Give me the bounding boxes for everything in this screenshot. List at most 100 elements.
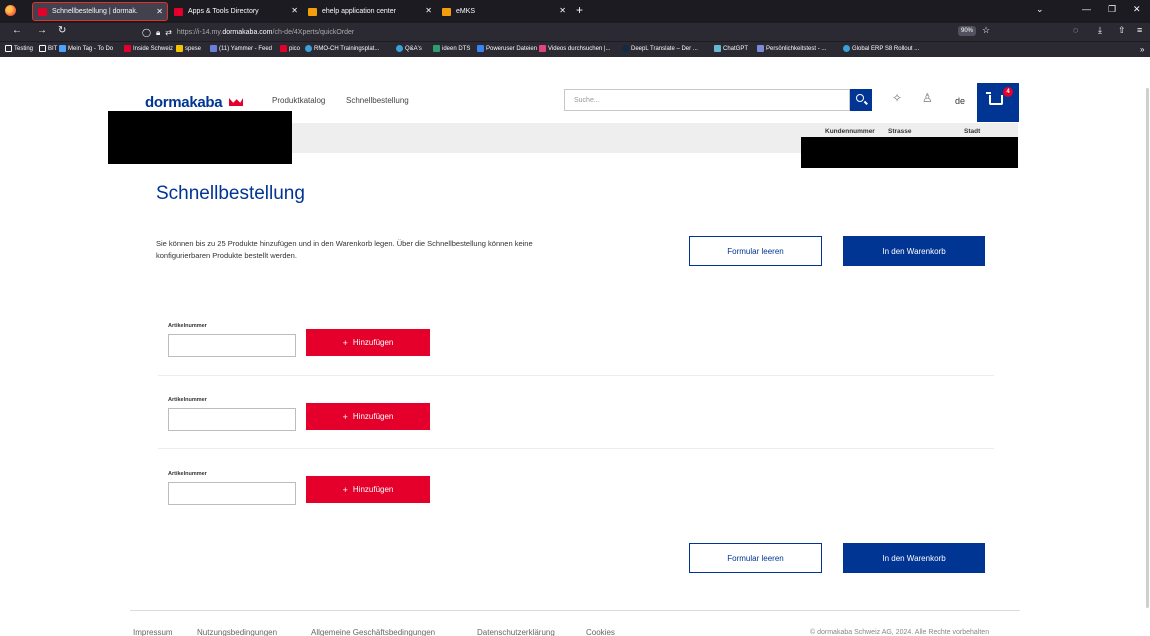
page-scrollbar[interactable] — [1146, 88, 1149, 608]
bookmark-label: Videos durchsuchen |... — [548, 45, 611, 52]
folder-icon — [39, 45, 46, 52]
maximize-icon[interactable]: ❐ — [1108, 4, 1116, 15]
add-label: Hinzufügen — [352, 338, 394, 347]
close-tab-icon[interactable]: ✕ — [425, 6, 432, 15]
dormakaba-favicon-icon — [174, 7, 183, 16]
bookmark-label: Q&A's — [405, 45, 422, 52]
add-to-cart-button-bottom[interactable]: In den Warenkorb — [843, 543, 985, 573]
article-number-label: Artikelnummer — [168, 471, 207, 477]
bookmark-label: Inside Schweiz — [133, 45, 174, 52]
nav-schnellbestellung[interactable]: Schnellbestellung — [346, 96, 409, 105]
search-button[interactable] — [850, 89, 872, 111]
back-icon[interactable]: ← — [12, 25, 22, 36]
clear-form-button-bottom[interactable]: Formular leeren — [689, 543, 822, 573]
column-stadt: Stadt — [964, 128, 981, 135]
bookmark-label: pico — [289, 45, 301, 52]
bookmark-item[interactable]: Q&A's — [396, 45, 422, 52]
add-item-button[interactable]: + Hinzufügen — [306, 403, 430, 430]
close-tab-icon[interactable]: ✕ — [291, 6, 298, 15]
bookmark-label: RMO-CH Trainingsplat... — [314, 45, 380, 52]
cart-count-badge: 4 — [1003, 87, 1013, 97]
tab-label: ehelp application center — [322, 8, 396, 15]
bookmark-item[interactable]: (11) Yammer - Feed — [210, 45, 272, 52]
bookmark-item[interactable]: Poweruser Dateien — [477, 45, 537, 52]
nav-produktkatalog[interactable]: Produktkatalog — [272, 96, 325, 105]
spese-icon — [176, 45, 183, 52]
new-tab-icon[interactable]: + — [576, 3, 583, 17]
bookmark-item[interactable]: Testing — [5, 45, 33, 52]
add-item-button[interactable]: + Hinzufügen — [306, 476, 430, 503]
address-bar[interactable]: ◯ 🔒︎ ⇄ https://i-14.my. dormakaba.com/ch-… — [142, 26, 1012, 39]
article-number-input[interactable] — [168, 334, 296, 357]
redacted-block — [108, 111, 292, 164]
dormakaba-logo[interactable]: dormakaba — [145, 94, 223, 111]
footer-link-agb[interactable]: Allgemeine Geschäftsbedingungen — [311, 628, 435, 636]
bookmark-item[interactable]: BIT — [39, 45, 57, 52]
pocket-icon[interactable]: ◌ — [1073, 25, 1078, 35]
bookmark-item[interactable]: ideen DTS — [433, 45, 470, 52]
plus-icon: + — [342, 337, 348, 348]
forward-icon[interactable]: → — [37, 25, 47, 36]
user-icon[interactable]: ♙ — [922, 91, 933, 105]
footer-link-impressum[interactable]: Impressum — [133, 628, 173, 636]
redacted-block — [801, 137, 1018, 168]
bookmark-label: Mein Tag - To Do — [68, 45, 114, 52]
extensions-icon[interactable]: ⇧ — [1118, 25, 1126, 36]
bookmark-item[interactable]: Mein Tag - To Do — [59, 45, 113, 52]
todo-icon — [59, 45, 66, 52]
bookmark-label: Persönlichkeitstest - ... — [766, 45, 827, 52]
emks-favicon-icon — [442, 7, 451, 16]
bookmark-item[interactable]: Persönlichkeitstest - ... — [757, 45, 826, 52]
tab-ehelp[interactable]: ehelp application center ✕ — [303, 2, 436, 21]
bookmark-item[interactable]: DeepL Translate – Der ... — [622, 45, 698, 52]
minimize-icon[interactable]: — — [1082, 4, 1091, 14]
footer-link-nutzungsbedingungen[interactable]: Nutzungsbedingungen — [197, 628, 277, 636]
clear-form-button[interactable]: Formular leeren — [689, 236, 822, 266]
sharepoint-icon — [477, 45, 484, 52]
browser-tab-strip: Schnellbestellung | dormak. ✕ Apps & Too… — [0, 0, 1150, 23]
add-label: Hinzufügen — [352, 412, 394, 421]
bookmarks-overflow-icon[interactable]: » — [1140, 45, 1144, 54]
menu-icon[interactable]: ≡ — [1137, 25, 1142, 35]
yammer-icon — [210, 45, 217, 52]
chatgpt-icon — [714, 45, 721, 52]
pin-icon[interactable]: ✧ — [892, 91, 902, 105]
close-tab-icon[interactable]: ✕ — [559, 6, 566, 15]
reload-icon[interactable]: ↻ — [58, 25, 66, 36]
tab-emks[interactable]: eMKS ✕ — [437, 2, 570, 21]
add-item-button[interactable]: + Hinzufügen — [306, 329, 430, 356]
tab-schnellbestellung[interactable]: Schnellbestellung | dormak. ✕ — [32, 2, 168, 21]
close-window-icon[interactable]: ✕ — [1133, 4, 1141, 15]
bookmark-item[interactable]: pico — [280, 45, 300, 52]
downloads-icon[interactable]: ⤓ — [1098, 25, 1102, 36]
plus-icon: + — [342, 411, 348, 422]
shield-icon: ◯ — [142, 28, 151, 37]
test-icon — [757, 45, 764, 52]
bookmark-item[interactable]: spese — [176, 45, 201, 52]
article-number-input[interactable] — [168, 482, 296, 505]
language-selector[interactable]: de — [955, 96, 965, 106]
tab-apps-tools[interactable]: Apps & Tools Directory ✕ — [169, 2, 302, 21]
bookmark-item[interactable]: Global ERP S8 Rollout ... — [843, 45, 919, 52]
article-number-input[interactable] — [168, 408, 296, 431]
dormakaba-favicon-icon — [280, 45, 287, 52]
footer-link-datenschutz[interactable]: Datenschutzerklärung — [477, 628, 555, 636]
globe-icon — [843, 45, 850, 52]
bookmark-star-icon[interactable]: ☆ — [982, 25, 990, 36]
footer-link-cookies[interactable]: Cookies — [586, 628, 615, 636]
bookmark-item[interactable]: RMO-CH Trainingsplat... — [305, 45, 379, 52]
tab-list-chevron-icon[interactable]: ⌄ — [1036, 4, 1044, 15]
cart-button[interactable]: 4 — [977, 83, 1019, 122]
browser-window: { "browser": { "tabs": [ {"label": "Schn… — [0, 0, 1150, 636]
bookmark-item[interactable]: ChatGPT — [714, 45, 748, 52]
zoom-indicator[interactable]: 90% — [958, 26, 976, 36]
browser-navigation-bar: ← → ↻ ◯ 🔒︎ ⇄ https://i-14.my. dormakaba.c… — [0, 23, 1150, 41]
bookmark-item[interactable]: Inside Schweiz — [124, 45, 173, 52]
bookmark-item[interactable]: Videos durchsuchen |... — [539, 45, 611, 52]
add-to-cart-button[interactable]: In den Warenkorb — [843, 236, 985, 266]
close-tab-icon[interactable]: ✕ — [156, 7, 163, 16]
tab-label: Schnellbestellung | dormak. — [52, 8, 138, 15]
search-input[interactable]: Suche... — [564, 89, 850, 111]
bookmark-label: ChatGPT — [723, 45, 749, 52]
bookmark-label: Testing — [14, 45, 34, 52]
